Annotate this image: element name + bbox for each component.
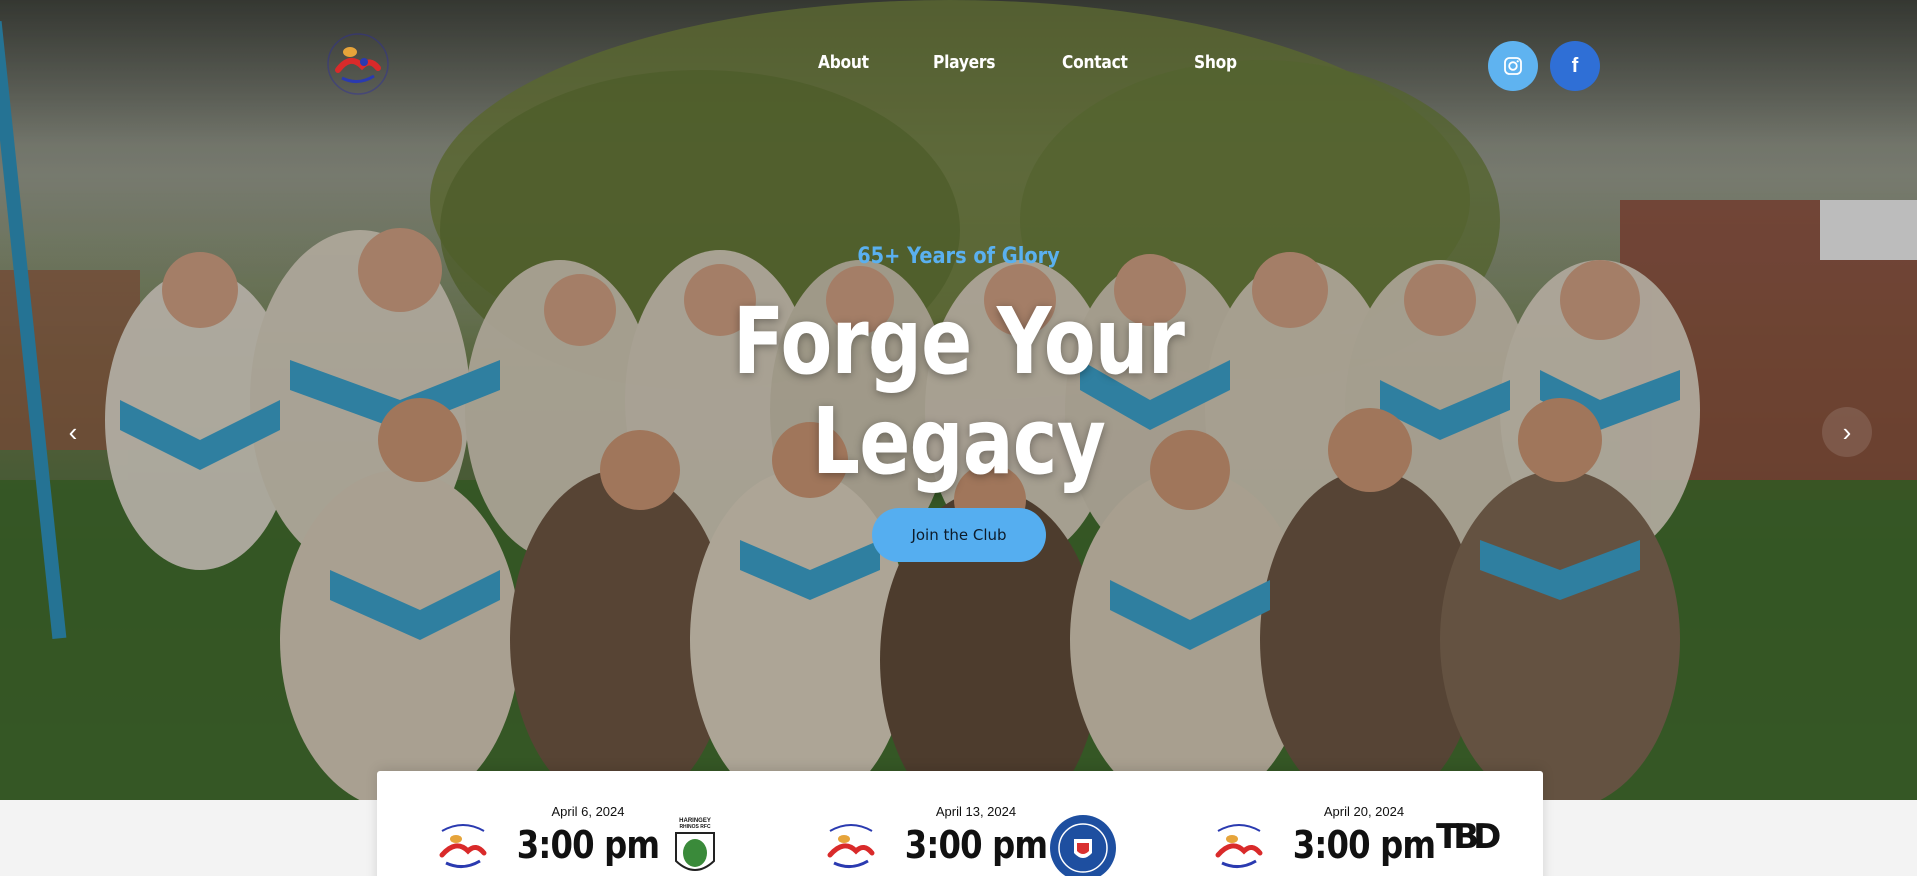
fixture-date: April 13, 2024 bbox=[935, 804, 1017, 819]
fixture-time: 3:00 pm bbox=[904, 823, 1048, 867]
fixture-date: April 6, 2024 bbox=[551, 804, 625, 819]
northolt-crest-icon bbox=[1215, 824, 1263, 868]
nav-players[interactable]: Players bbox=[933, 52, 996, 73]
northolt-crest-icon bbox=[439, 824, 487, 868]
nav-contact[interactable]: Contact bbox=[1062, 52, 1128, 73]
instagram-icon bbox=[1504, 57, 1522, 75]
northolt-crest-icon bbox=[827, 824, 875, 868]
headline-line-1: Forge Your bbox=[732, 288, 1185, 395]
actonians-crest-icon bbox=[1050, 815, 1116, 876]
opponent-tbd: TBD bbox=[1436, 817, 1501, 857]
fixture-item[interactable]: April 20, 2024 3:00 pm TBD bbox=[1208, 771, 1508, 876]
instagram-button[interactable] bbox=[1488, 41, 1538, 91]
fixture-time: 3:00 pm bbox=[516, 823, 660, 867]
fixture-item[interactable]: April 13, 2024 3:00 pm bbox=[820, 771, 1120, 876]
fixture-time: 3:00 pm bbox=[1292, 823, 1436, 867]
main-nav: About Players Contact Shop bbox=[818, 52, 1244, 73]
facebook-button[interactable]: f bbox=[1550, 41, 1600, 91]
fixture-date: April 20, 2024 bbox=[1323, 804, 1405, 819]
hero-tagline: 65+ Years of Glory bbox=[857, 244, 1060, 269]
social-links: f bbox=[1488, 41, 1600, 91]
chevron-left-icon: ‹ bbox=[68, 416, 78, 447]
hero-slider: About Players Contact Shop f 65+ Years o… bbox=[0, 0, 1917, 800]
headline-line-2: Legacy bbox=[811, 388, 1106, 495]
fixtures-card: April 6, 2024 3:00 pm HARINGEY RHINOS RF… bbox=[377, 771, 1543, 876]
fixture-item[interactable]: April 6, 2024 3:00 pm HARINGEY RHINOS RF… bbox=[432, 771, 732, 876]
slider-prev-button[interactable]: ‹ bbox=[48, 407, 98, 457]
join-club-button[interactable]: Join the Club bbox=[872, 508, 1046, 562]
nav-about[interactable]: About bbox=[818, 52, 869, 73]
hero-headline: Forge Your Legacy bbox=[173, 292, 1745, 492]
nav-shop[interactable]: Shop bbox=[1194, 52, 1237, 73]
club-logo[interactable] bbox=[320, 26, 396, 102]
chevron-right-icon: › bbox=[1842, 416, 1852, 447]
facebook-icon: f bbox=[1571, 54, 1579, 77]
haringey-rhinos-crest-icon: HARINGEY RHINOS RFC bbox=[674, 815, 716, 871]
slider-next-button[interactable]: › bbox=[1822, 407, 1872, 457]
svg-text:RHINOS RFC: RHINOS RFC bbox=[679, 824, 711, 830]
